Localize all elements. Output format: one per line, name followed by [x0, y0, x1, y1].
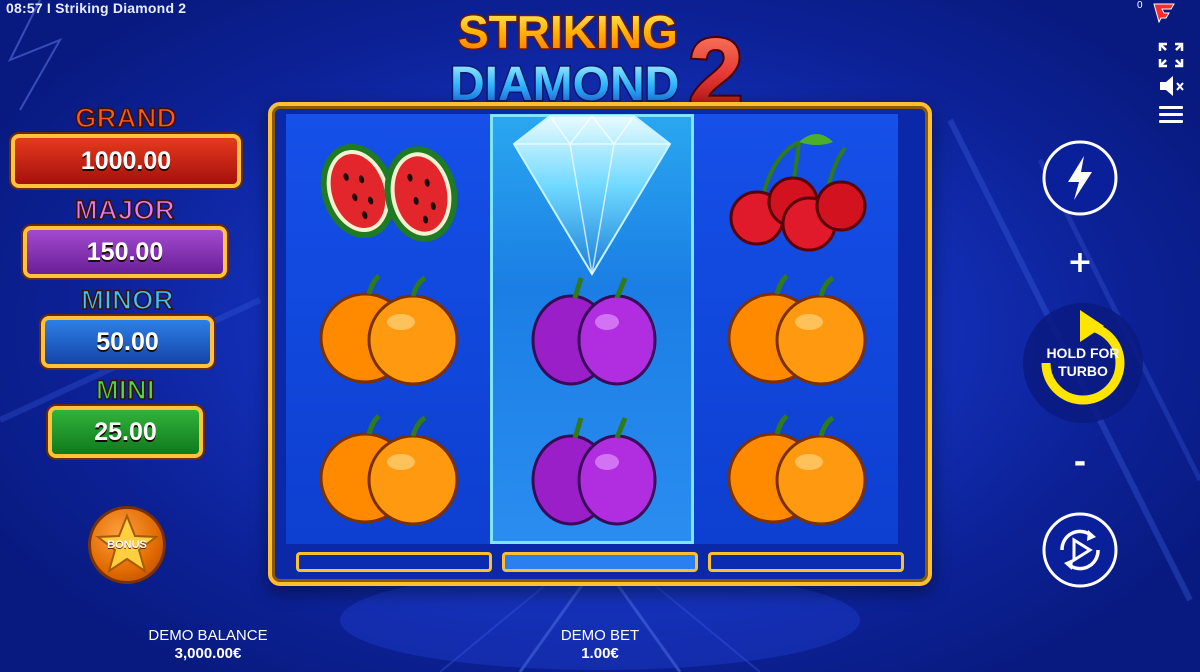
bet-label: DEMO BET [560, 627, 640, 644]
jackpot-mini-value: 25.00 [48, 406, 203, 458]
reel-1-bar [296, 552, 492, 572]
balance-label: DEMO BALANCE [148, 627, 268, 644]
menu-icon[interactable] [1158, 104, 1184, 126]
clock-time: 08:57 [6, 0, 43, 16]
decrease-bet-button[interactable]: - [1050, 432, 1110, 492]
jackpot-minor: MINOR 50.00 [40, 284, 215, 368]
reel-2 [490, 114, 694, 544]
status-bar: 08:57 I Striking Diamond 2 [6, 0, 186, 16]
jackpot-mini-label: MINI [95, 374, 155, 406]
jackpot-grand-value: 1000.00 [11, 134, 241, 188]
minus-label: - [1073, 444, 1087, 480]
spin-line1: HOLD FOR [1046, 345, 1120, 361]
jackpot-mini: MINI 25.00 [47, 374, 204, 458]
jackpot-minor-label: MINOR [81, 284, 175, 316]
orange-icon [319, 413, 459, 526]
jackpot-minor-value: 50.00 [41, 316, 214, 368]
autoplay-icon[interactable] [1040, 510, 1120, 590]
provider-counter: 0 [1137, 0, 1143, 11]
watermelon-icon [320, 144, 458, 242]
reel-2-bar [502, 552, 698, 572]
orange-icon [319, 273, 459, 386]
spin-button[interactable]: HOLD FOR TURBO [1020, 300, 1146, 426]
cherry-icon [729, 134, 867, 252]
lightning-icon[interactable] [1040, 138, 1120, 218]
jackpot-grand: GRAND 1000.00 [4, 102, 248, 188]
reel-1 [286, 114, 490, 544]
reel-3-bar [708, 552, 904, 572]
bonus-label: BONUS [107, 539, 147, 551]
bet-display: DEMO BET 1.00€ [530, 627, 670, 662]
balance-display: DEMO BALANCE 3,000.00€ [128, 627, 288, 662]
jackpot-major: MAJOR 150.00 [22, 194, 228, 278]
plum-icon [531, 417, 657, 526]
orange-icon [727, 273, 867, 386]
balance-value: 3,000.00€ [174, 645, 242, 662]
plus-label: + [1067, 244, 1093, 280]
mute-icon[interactable] [1158, 74, 1186, 98]
fullscreen-icon[interactable] [1158, 42, 1184, 68]
bonus-button[interactable]: BONUS [88, 506, 166, 584]
jackpot-major-value: 150.00 [23, 226, 227, 278]
spin-button-label: HOLD FOR TURBO [1020, 344, 1146, 380]
plum-icon [531, 277, 657, 386]
game-logo: STRIKING DIAMOND 2 [440, 2, 770, 133]
jackpot-major-label: MAJOR [74, 194, 175, 226]
spin-line2: TURBO [1058, 363, 1108, 379]
reels-frame [268, 102, 932, 586]
orange-icon [727, 413, 867, 526]
provider-logo-icon[interactable] [1153, 3, 1175, 23]
logo-line1: STRIKING [458, 6, 678, 58]
bet-value: 1.00€ [581, 645, 619, 662]
increase-bet-button[interactable]: + [1050, 232, 1110, 292]
window-title: Striking Diamond 2 [55, 0, 187, 16]
reel-3 [694, 114, 898, 544]
diamond-icon [512, 114, 672, 276]
title-separator: I [46, 0, 51, 16]
jackpot-grand-label: GRAND [75, 102, 178, 134]
